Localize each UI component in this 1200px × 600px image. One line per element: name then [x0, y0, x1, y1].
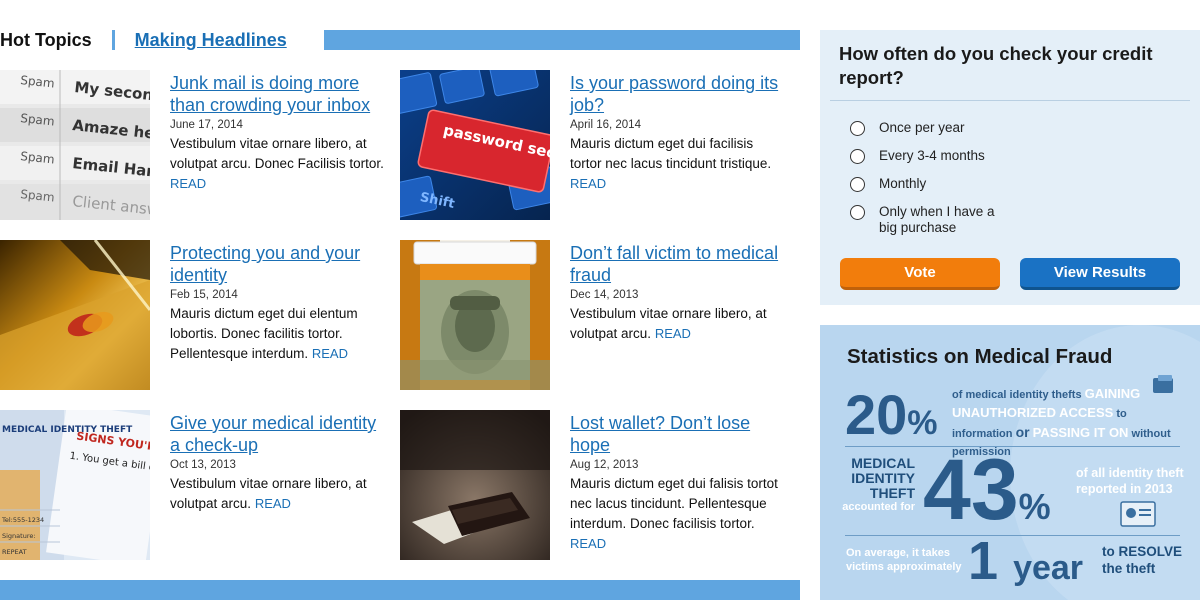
- article-date: April 16, 2014: [570, 119, 641, 131]
- stat-or: or: [1015, 424, 1030, 440]
- article-body: Junk mail is doing more than crowding yo…: [170, 72, 385, 194]
- article-excerpt: Vestibulum vitae ornare libero, at volut…: [570, 304, 785, 344]
- poll-option[interactable]: Monthly: [850, 176, 1009, 192]
- radio-button[interactable]: [850, 205, 865, 220]
- poll-option-label: Only when I have a big purchase: [879, 204, 995, 235]
- article-date: Oct 13, 2013: [170, 459, 236, 471]
- medical-fraud-stats: Statistics on Medical Fraud 20% of medic…: [820, 325, 1200, 600]
- medical-identity-form-image[interactable]: MEDICAL IDENTITY THEFT SIGNS YOU'RE A 1.…: [0, 410, 150, 560]
- poll-divider: [830, 100, 1190, 101]
- article-body: Is your password doing its job? April 16…: [570, 72, 785, 194]
- view-results-button[interactable]: View Results: [1020, 258, 1180, 290]
- stat-highlight: PASSING IT ON: [1032, 425, 1129, 440]
- id-card-icon: [1120, 501, 1156, 527]
- article-excerpt-text: Mauris dictum eget dui facilisis tortor …: [570, 136, 772, 171]
- article-excerpt: Vestibulum vitae ornare libero, at volut…: [170, 474, 385, 514]
- form-field: REPEAT: [2, 548, 27, 556]
- article-excerpt-text: Vestibulum vitae ornare libero, at volut…: [170, 136, 384, 171]
- article-excerpt: Mauris dictum eget dui elentum lobortis.…: [170, 304, 385, 364]
- stat-43-caption: MEDICAL IDENTITY THEFT accounted for: [840, 455, 915, 514]
- footer-accent-bar: [0, 580, 800, 600]
- stat-unit: %: [1018, 486, 1051, 527]
- article-date: Aug 12, 2013: [570, 459, 639, 471]
- stat-1-year: 1 year: [968, 532, 1083, 597]
- read-link[interactable]: READ: [312, 346, 348, 361]
- radio-button[interactable]: [850, 177, 865, 192]
- stat-resolve-caption: to RESOLVE the theft: [1102, 544, 1183, 576]
- article-excerpt: Mauris dictum eget dui facilisis tortor …: [570, 134, 785, 194]
- password-security-image[interactable]: password security Shift: [400, 70, 550, 220]
- article-excerpt: Mauris dictum eget dui falisis tortot ne…: [570, 474, 785, 554]
- credit-card-image[interactable]: [0, 240, 150, 390]
- article-card: password security Shift Is your password…: [400, 70, 790, 220]
- poll-option[interactable]: Only when I have a big purchase: [850, 204, 1009, 236]
- headline-tabs: Hot Topics Making Headlines: [0, 28, 800, 52]
- poll-option-label: Every 3-4 months: [879, 148, 985, 163]
- stat-unit: %: [907, 404, 938, 442]
- wallet-icon: [1153, 375, 1173, 393]
- article-title-link[interactable]: Is your password doing its job?: [570, 72, 785, 116]
- article-date: Feb 15, 2014: [170, 289, 238, 301]
- article-body: Protecting you and your identity Feb 15,…: [170, 242, 385, 364]
- article-body: Give your medical identity a check-up Oc…: [170, 412, 385, 514]
- tab-making-headlines[interactable]: Making Headlines: [135, 28, 287, 52]
- stats-title: Statistics on Medical Fraud: [847, 345, 1113, 368]
- poll-question: How often do you check your credit repor…: [839, 43, 1153, 88]
- poll-option[interactable]: Once per year: [850, 120, 1009, 136]
- read-link[interactable]: READ: [570, 176, 606, 191]
- article-title-link[interactable]: Don’t fall victim to medical fraud: [570, 242, 785, 286]
- article-title-link[interactable]: Protecting you and your identity: [170, 242, 385, 286]
- poll-option-label: Once per year: [879, 120, 965, 135]
- lost-wallet-image[interactable]: [400, 410, 550, 560]
- article-title-link[interactable]: Junk mail is doing more than crowding yo…: [170, 72, 385, 116]
- article-card: Protecting you and your identity Feb 15,…: [0, 240, 390, 390]
- read-link[interactable]: READ: [655, 326, 691, 341]
- credit-report-poll: How often do you check your credit repor…: [820, 30, 1200, 305]
- vote-button[interactable]: Vote: [840, 258, 1000, 290]
- read-link[interactable]: READ: [170, 176, 206, 191]
- article-excerpt: Vestibulum vitae ornare libero, at volut…: [170, 134, 385, 194]
- article-card: Don’t fall victim to medical fraud Dec 1…: [400, 240, 790, 390]
- spam-inbox-image[interactable]: Spam My second Spam Amaze her Spam Email…: [0, 70, 150, 220]
- form-left-label: MEDICAL IDENTITY THEFT: [2, 425, 133, 435]
- stat-43-description: of all identity theft reported in 2013: [1076, 466, 1184, 496]
- radio-button[interactable]: [850, 149, 865, 164]
- poll-option-label: Monthly: [879, 176, 927, 191]
- stat-value: 1: [968, 531, 999, 591]
- form-field: Tel:555-1234: [1, 516, 44, 524]
- article-date: June 17, 2014: [170, 119, 243, 131]
- stat-value: 20: [845, 383, 908, 446]
- poll-option[interactable]: Every 3-4 months: [850, 148, 1009, 164]
- stat-year-description: On average, it takes victims approximate…: [846, 547, 962, 573]
- article-body: Don’t fall victim to medical fraud Dec 1…: [570, 242, 785, 344]
- article-title-link[interactable]: Give your medical identity a check-up: [170, 412, 385, 456]
- form-field: Signature:: [2, 532, 36, 540]
- read-link[interactable]: READ: [570, 536, 606, 551]
- article-card: Spam My second Spam Amaze her Spam Email…: [0, 70, 390, 220]
- tab-accent-bar: [324, 30, 800, 50]
- article-date: Dec 14, 2013: [570, 289, 639, 301]
- radio-button[interactable]: [850, 121, 865, 136]
- article-card: MEDICAL IDENTITY THEFT SIGNS YOU'RE A 1.…: [0, 410, 390, 560]
- article-title-link[interactable]: Lost wallet? Don’t lose hope: [570, 412, 785, 456]
- stat-unit: year: [1013, 549, 1084, 587]
- article-excerpt-text: Mauris dictum eget dui falisis tortot ne…: [570, 476, 778, 531]
- stat-caption-text: accounted for: [842, 501, 915, 513]
- article-card: Lost wallet? Don’t lose hope Aug 12, 201…: [400, 410, 790, 560]
- stat-text: of medical identity thefts: [952, 389, 1082, 401]
- read-link[interactable]: READ: [255, 496, 291, 511]
- stat-caption-text: MEDICAL IDENTITY THEFT: [851, 455, 915, 501]
- pill-bottle-money-image[interactable]: [400, 240, 550, 390]
- tab-hot-topics[interactable]: Hot Topics: [0, 28, 92, 52]
- article-body: Lost wallet? Don’t lose hope Aug 12, 201…: [570, 412, 785, 554]
- tab-divider: [111, 30, 115, 50]
- stat-value: 43: [923, 442, 1019, 538]
